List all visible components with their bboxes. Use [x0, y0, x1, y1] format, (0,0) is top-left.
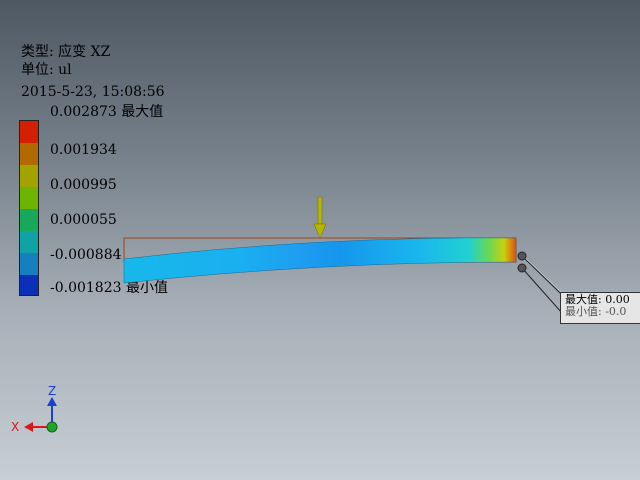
deformed-beam[interactable]	[123, 237, 517, 284]
probe-point-max-icon[interactable]	[517, 251, 527, 261]
probe-min-text: 最小值: -0.0	[565, 305, 627, 318]
origin-icon	[46, 421, 58, 433]
axis-triad	[24, 397, 58, 433]
load-arrow-icon[interactable]	[313, 196, 327, 239]
probe-point-min-icon[interactable]	[517, 263, 527, 273]
model-viewport[interactable]	[0, 0, 640, 480]
x-axis-label: X	[11, 420, 20, 434]
probe-value-box[interactable]: 最大值: 0.00 最小值: -0.0	[560, 292, 640, 324]
z-axis-label: Z	[48, 384, 57, 398]
